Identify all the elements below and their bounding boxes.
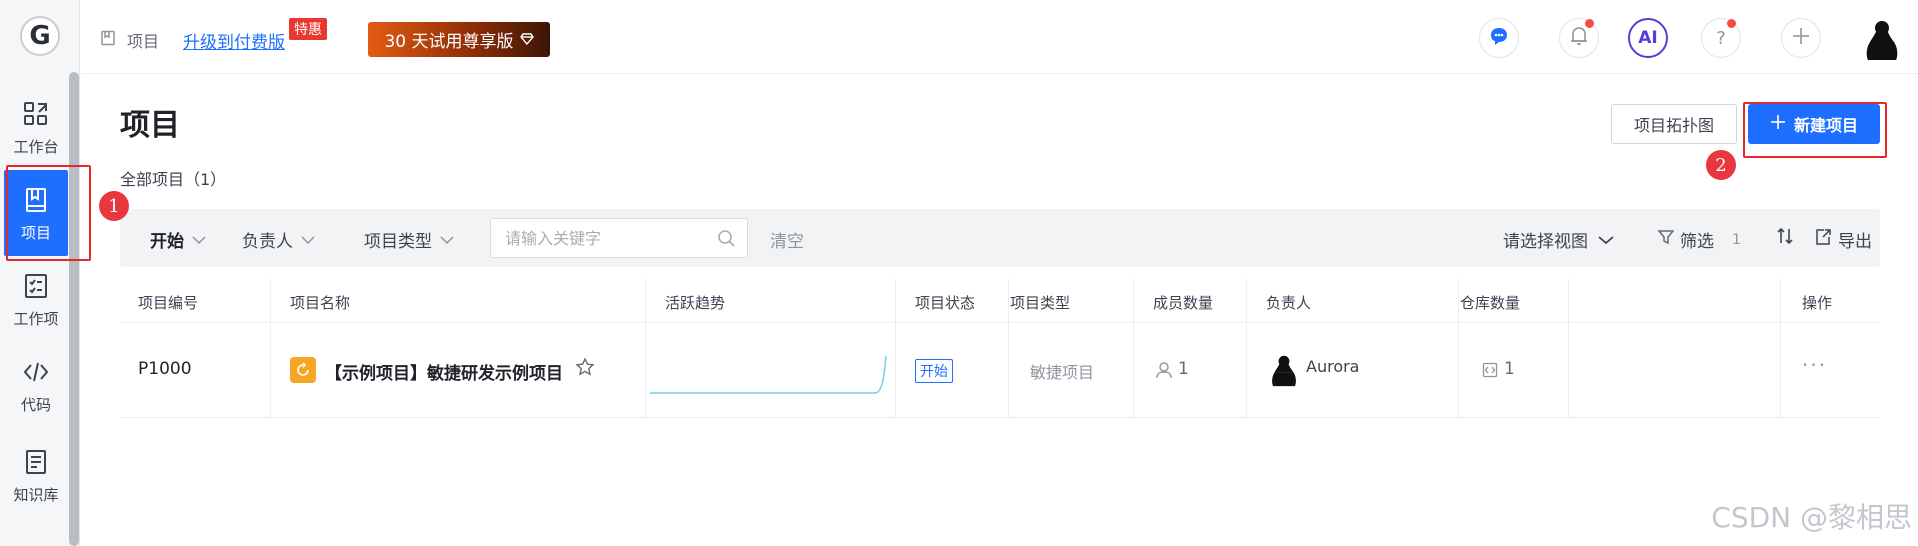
sidebar-item-label: 工作台 (13, 137, 59, 156)
column-header-name[interactable]: 项目名称 (290, 292, 350, 313)
status-filter-label: 开始 (150, 232, 184, 252)
status-filter-dropdown[interactable]: 开始 (150, 227, 206, 252)
funnel-icon (1657, 229, 1675, 250)
repository-icon (1482, 362, 1498, 382)
notifications-button[interactable] (1559, 18, 1599, 58)
sidebar-item-work-items[interactable]: 工作项 (4, 256, 68, 342)
promo-badge: 特惠 (289, 18, 327, 40)
chat-bot-button[interactable] (1479, 18, 1519, 58)
project-type-filter-label: 项目类型 (364, 232, 432, 252)
upgrade-link[interactable]: 升级到付费版 (183, 28, 285, 53)
project-id: P1000 (138, 359, 192, 379)
view-select-dropdown[interactable]: 请选择视图 (1503, 227, 1614, 252)
create-button[interactable] (1781, 18, 1821, 58)
owner-name: Aurora (1306, 357, 1360, 376)
column-header-owner[interactable]: 负责人 (1266, 292, 1311, 313)
chat-bubble-icon (1488, 25, 1510, 51)
project-type-filter-dropdown[interactable]: 项目类型 (364, 227, 454, 252)
help-button[interactable]: ? (1701, 18, 1741, 58)
keyword-search-input[interactable] (491, 219, 711, 257)
checklist-icon (20, 270, 52, 302)
column-header-status[interactable]: 项目状态 (915, 292, 975, 313)
page-title: 项目 (120, 108, 180, 143)
export-label: 导出 (1838, 232, 1872, 252)
column-header-actions: 操作 (1802, 294, 1833, 312)
filter-button[interactable]: 筛选 1 (1657, 227, 1741, 252)
sidebar-item-code[interactable]: 代码 (4, 342, 68, 428)
bell-icon (1569, 25, 1589, 51)
annotation-marker-1: 1 (99, 191, 129, 221)
project-book-icon (100, 30, 116, 50)
code-icon (20, 356, 52, 388)
clear-filters-link[interactable]: 清空 (770, 227, 804, 252)
keyword-search-box (490, 218, 748, 258)
star-icon[interactable] (575, 357, 595, 381)
annotation-marker-2: 2 (1706, 150, 1736, 180)
owner-filter-dropdown[interactable]: 负责人 (242, 227, 315, 252)
project-table: 项目编号 项目名称 活跃趋势 项目状态 项目类型 成员数量 负责人 仓库数量 操… (120, 279, 1880, 419)
breadcrumb[interactable]: 项目 (127, 28, 159, 52)
table-header: 项目编号 项目名称 活跃趋势 项目状态 项目类型 成员数量 负责人 仓库数量 操… (120, 279, 1880, 323)
app-root: G 工作台 项目 工作项 代码 知识库 项目 升级到付费版 特惠 30 天试用尊… (0, 0, 1918, 546)
column-header-id[interactable]: 项目编号 (138, 292, 198, 313)
ai-assistant-button[interactable]: AI (1628, 18, 1668, 58)
sidebar-scrollbar[interactable] (69, 72, 79, 546)
chevron-down-icon (440, 230, 454, 250)
watermark: CSDN @黎相思 (1711, 501, 1912, 534)
table-row[interactable]: P1000 【示例项目】敏捷研发示例项目 开始 敏捷项目 1 Aurora 1 … (120, 323, 1880, 418)
chevron-down-icon (301, 230, 315, 250)
filter-bar: 开始 负责人 项目类型 清空 请选择视图 (120, 209, 1880, 267)
project-topology-button[interactable]: 项目拓扑图 (1611, 104, 1737, 144)
activity-trend-sparkline (650, 348, 890, 402)
trial-button[interactable]: 30 天试用尊享版 (368, 22, 550, 57)
document-icon (20, 446, 52, 478)
sidebar-item-label: 工作项 (13, 309, 59, 328)
export-icon (1814, 228, 1832, 251)
help-dot (1727, 19, 1736, 28)
filter-label: 筛选 (1680, 232, 1714, 252)
owner-filter-label: 负责人 (242, 232, 293, 252)
help-icon: ? (1716, 27, 1726, 49)
sidebar-item-label: 知识库 (13, 485, 59, 504)
more-actions-button[interactable]: ··· (1802, 353, 1827, 377)
column-header-repos[interactable]: 仓库数量 (1460, 292, 1520, 313)
chevron-down-icon (1598, 230, 1614, 250)
sort-icon[interactable] (1776, 227, 1794, 249)
search-icon[interactable] (717, 229, 735, 251)
app-logo[interactable]: G (20, 16, 60, 56)
status-badge: 开始 (915, 359, 953, 383)
owner-avatar (1270, 351, 1298, 391)
sidebar-item-workbench[interactable]: 工作台 (4, 84, 68, 170)
project-logo-icon (290, 357, 316, 383)
sidebar-item-label: 代码 (20, 395, 51, 414)
sidebar: G 工作台 项目 工作项 代码 知识库 (0, 0, 80, 546)
user-icon (1155, 361, 1173, 383)
column-header-members[interactable]: 成员数量 (1153, 292, 1213, 313)
trial-button-label: 30 天试用尊享版 (384, 32, 514, 52)
user-avatar[interactable] (1864, 16, 1900, 60)
column-header-type[interactable]: 项目类型 (1010, 292, 1070, 313)
export-button[interactable]: 导出 (1814, 227, 1872, 252)
project-name-link[interactable]: 【示例项目】敏捷研发示例项目 (325, 359, 563, 384)
repository-count: 1 (1504, 359, 1515, 379)
view-select-label: 请选择视图 (1503, 232, 1588, 252)
top-bar: 项目 升级到付费版 特惠 30 天试用尊享版 AI ? (81, 0, 1918, 74)
sidebar-item-knowledge-base[interactable]: 知识库 (4, 432, 68, 518)
diamond-icon (519, 30, 534, 50)
annotation-box-new-project (1743, 102, 1887, 158)
notification-dot (1585, 19, 1594, 28)
project-count-label: 全部项目（1） (120, 170, 227, 189)
column-header-trend[interactable]: 活跃趋势 (665, 292, 725, 313)
plus-icon (1791, 26, 1811, 50)
project-type-value: 敏捷项目 (1030, 363, 1095, 382)
annotation-box-sidebar (6, 165, 91, 261)
dashboard-icon (20, 98, 52, 130)
filter-count: 1 (1732, 231, 1741, 248)
chevron-down-icon (192, 230, 206, 250)
member-count: 1 (1178, 359, 1189, 379)
